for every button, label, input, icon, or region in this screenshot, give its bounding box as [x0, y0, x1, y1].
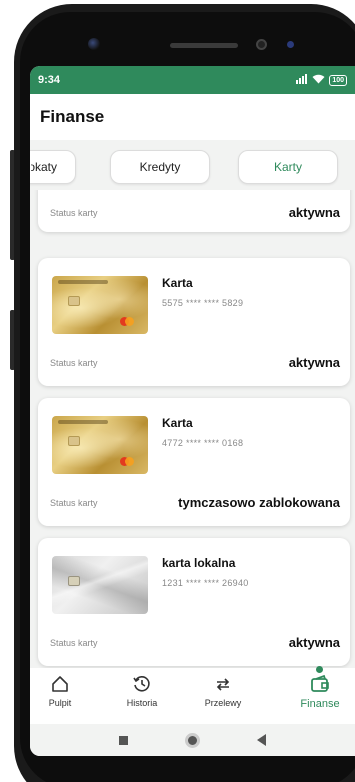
- tab-karty[interactable]: Karty: [238, 150, 338, 184]
- status-bar: 9:34 100: [30, 66, 355, 94]
- tab-label: Kredyty: [139, 160, 181, 174]
- nav-label: Finanse: [300, 698, 340, 710]
- card-status-value: aktywna: [288, 355, 340, 370]
- cards-list: Status karty aktywna Karta 5575 **** ***…: [30, 190, 355, 670]
- card-name: Karta: [162, 416, 193, 430]
- earpiece-speaker: [170, 43, 238, 48]
- tab-label: Lokaty: [31, 160, 57, 174]
- home-button[interactable]: [184, 732, 200, 748]
- card-item[interactable]: Karta 5575 **** **** 5829 Status karty a…: [38, 258, 350, 386]
- nav-label: Historia: [126, 698, 158, 708]
- history-icon: [133, 676, 150, 692]
- card-status-label: Status karty: [50, 498, 98, 508]
- card-status-label: Status karty: [50, 638, 98, 648]
- nav-finanse[interactable]: Finanse: [285, 666, 355, 710]
- card-number: 5575 **** **** 5829: [162, 298, 244, 308]
- nav-przelewy[interactable]: Przelewy: [188, 674, 258, 708]
- card-status-value: tymczasowo zablokowana: [178, 495, 340, 510]
- signal-icon: [296, 73, 308, 87]
- finance-tabs: Lokaty Kredyty Karty: [30, 150, 355, 186]
- page-title: Finanse: [40, 107, 105, 126]
- card-status-label: Status karty: [50, 208, 98, 218]
- card-name: Karta: [162, 276, 193, 290]
- active-indicator-dot: [316, 666, 323, 673]
- card-status-value: aktywna: [288, 635, 340, 650]
- page-header: Finanse: [30, 94, 355, 140]
- card-status-value: aktywna: [288, 205, 340, 220]
- nav-pulpit[interactable]: Pulpit: [30, 674, 95, 708]
- recents-button[interactable]: [118, 735, 128, 745]
- nav-historia[interactable]: Historia: [107, 674, 177, 708]
- card-number: 4772 **** **** 0168: [162, 438, 244, 448]
- app-screen: 9:34 100 Finanse Lokaty Kredyty K: [30, 66, 355, 756]
- gold-card-image: [52, 416, 148, 474]
- status-icons: 100: [296, 73, 347, 87]
- card-name: karta lokalna: [162, 556, 236, 570]
- phone-mockup: 9:34 100 Finanse Lokaty Kredyty K: [0, 0, 355, 782]
- card-item[interactable]: Status karty aktywna: [38, 190, 350, 232]
- mastercard-logo: [120, 457, 134, 466]
- tab-lokaty[interactable]: Lokaty: [30, 150, 76, 184]
- system-navigation-bar: [30, 724, 355, 756]
- wifi-icon: [312, 74, 325, 87]
- tab-label: Karty: [273, 160, 302, 174]
- status-time: 9:34: [38, 74, 61, 86]
- home-icon: [52, 676, 68, 692]
- finance-icon: [311, 674, 329, 692]
- front-camera: [88, 38, 100, 50]
- bottom-navigation: Pulpit Historia Przelewy Finanse: [30, 666, 355, 724]
- mastercard-logo: [120, 317, 134, 326]
- silver-card-image: [52, 556, 148, 614]
- battery-icon: 100: [329, 74, 347, 86]
- gold-card-image: [52, 276, 148, 334]
- card-item[interactable]: Karta 4772 **** **** 0168 Status karty t…: [38, 398, 350, 526]
- card-number: 1231 **** **** 26940: [162, 578, 249, 588]
- back-button[interactable]: [257, 734, 267, 746]
- card-status-label: Status karty: [50, 358, 98, 368]
- nav-label: Pulpit: [48, 698, 72, 708]
- card-item[interactable]: karta lokalna 1231 **** **** 26940 Statu…: [38, 538, 350, 666]
- transfer-icon: [216, 678, 230, 691]
- tab-kredyty[interactable]: Kredyty: [110, 150, 210, 184]
- light-sensor: [287, 41, 294, 48]
- nav-label: Przelewy: [204, 698, 242, 708]
- proximity-sensor: [256, 39, 267, 50]
